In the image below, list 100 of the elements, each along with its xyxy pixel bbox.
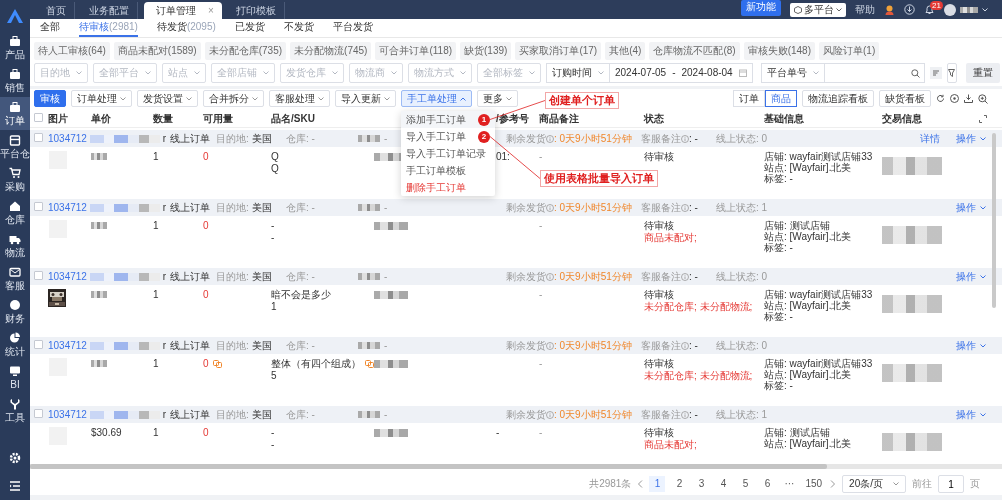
checkbox[interactable]	[34, 132, 43, 142]
sort-icon[interactable]	[929, 67, 942, 79]
checkbox[interactable]	[34, 339, 43, 349]
reset-button[interactable]: 重置	[965, 63, 1000, 83]
action-link[interactable]: 操作	[956, 201, 986, 214]
order-id-link[interactable]: 1034712	[48, 408, 87, 421]
order-id-link[interactable]: 1034712	[48, 132, 87, 145]
scrollbar[interactable]	[992, 133, 996, 308]
menu-item[interactable]: 导入手工订单记录	[401, 145, 495, 162]
date-range-field[interactable]: 2024-07-05 - 2024-08-04	[610, 63, 753, 83]
filter-chip[interactable]: 未分配仓库(735)	[204, 42, 287, 60]
scrollbar[interactable]	[30, 464, 828, 469]
page-button[interactable]: 3	[693, 476, 710, 492]
menu-icon[interactable]	[9, 481, 21, 491]
filter-chip[interactable]: 可合并订单(118)	[375, 42, 457, 60]
filter-settings-button[interactable]	[946, 63, 957, 83]
dropdown-button[interactable]: 订单处理	[71, 90, 132, 107]
blurred-text	[91, 222, 107, 229]
tab[interactable]: 平台发货	[332, 19, 373, 37]
dropdown-button[interactable]: 合并拆分	[203, 90, 264, 107]
page-button[interactable]: ···	[781, 476, 798, 492]
sidebar-item[interactable]: 客服	[0, 262, 30, 295]
dropdown-button[interactable]: 客服处理	[269, 90, 330, 107]
sidebar-item[interactable]: 仓库	[0, 196, 30, 229]
page-button[interactable]: 5	[737, 476, 754, 492]
sidebar-item[interactable]: 订单	[0, 97, 30, 130]
page-button[interactable]: 2	[671, 476, 688, 492]
support-icon[interactable]	[884, 4, 895, 15]
order-id-link[interactable]: 1034712	[48, 201, 87, 214]
search-field[interactable]	[824, 63, 925, 83]
sidebar-item[interactable]: 物流	[0, 229, 30, 262]
sidebar-item[interactable]: 平台仓	[0, 130, 30, 163]
tab[interactable]: 订单管理 ×	[144, 2, 222, 19]
platform-dropdown[interactable]: 多平台	[790, 2, 846, 17]
checkbox[interactable]	[34, 408, 43, 418]
filter-chip[interactable]: 缺货(139)	[460, 42, 512, 60]
search-icon[interactable]	[910, 68, 920, 78]
expand-icon[interactable]	[979, 115, 987, 123]
sidebar-item[interactable]: 销售	[0, 64, 30, 97]
page-input[interactable]: 1	[938, 475, 964, 493]
filter-chip[interactable]: 未分配物流(745)	[290, 42, 372, 60]
page-size-select[interactable]: 20条/页	[842, 475, 906, 493]
checkbox[interactable]	[34, 270, 43, 280]
tab[interactable]: 已发货	[234, 19, 265, 37]
menu-item[interactable]: 添加手工订单 1	[401, 111, 495, 128]
dropdown-button[interactable]: 发货设置	[137, 90, 198, 107]
page-button[interactable]: 150	[803, 476, 825, 492]
board-button[interactable]: 物流追踪看板	[802, 90, 874, 107]
dropdown-button[interactable]: 更多	[477, 90, 518, 107]
new-feature-button[interactable]: 新功能	[741, 0, 781, 16]
select-field[interactable]: 订购时间	[546, 63, 610, 83]
caret-icon	[812, 71, 819, 75]
view-toggle[interactable]: 订单	[733, 90, 765, 107]
menu-item[interactable]: 删除手工订单	[401, 179, 495, 196]
review-button[interactable]: 审核	[34, 90, 66, 107]
dropdown-button[interactable]: 手工单处理	[401, 90, 472, 107]
refresh-icon[interactable]	[936, 94, 945, 103]
filter-chip[interactable]: 风险订单(1)	[819, 42, 880, 60]
sidebar-item[interactable]: 产品	[0, 31, 30, 64]
download-icon[interactable]	[964, 94, 973, 103]
checkbox[interactable]	[34, 201, 43, 211]
action-link[interactable]: 操作	[956, 339, 986, 352]
order-id-link[interactable]: 1034712	[48, 339, 87, 352]
checkbox[interactable]	[34, 113, 43, 122]
filter-chip[interactable]: 买家取消订单(17)	[515, 42, 602, 60]
zoom-icon[interactable]	[978, 93, 988, 104]
filter-chip[interactable]: 商品未配对(1589)	[113, 42, 201, 60]
tab[interactable]: 待发货(2095)	[156, 19, 216, 37]
status-issue-text: 未分配仓库; 未分配物流;	[644, 370, 754, 382]
action-link[interactable]: 操作	[956, 270, 986, 283]
column-header: 数量	[153, 113, 173, 124]
sidebar-item[interactable]: BI	[0, 361, 30, 394]
action-link[interactable]: 操作	[956, 132, 986, 145]
avatar-icon[interactable]	[944, 3, 956, 16]
menu-item[interactable]: 导入手工订单 2	[401, 128, 495, 145]
menu-item[interactable]: 手工订单模板	[401, 162, 495, 179]
help-link[interactable]: 帮助	[855, 3, 875, 16]
product-name-text: 整体（有四个组成）	[271, 358, 361, 370]
filter-chip[interactable]: 审核失败(148)	[743, 42, 815, 60]
sidebar-item[interactable]: 工具	[0, 394, 30, 427]
settings-icon[interactable]	[9, 452, 21, 464]
dropdown-button[interactable]: 导入更新	[335, 90, 396, 107]
page-button[interactable]: 4	[715, 476, 732, 492]
action-link[interactable]: 操作	[956, 408, 986, 421]
view-toggle[interactable]: 商品	[765, 90, 797, 107]
page-button[interactable]: 1	[649, 476, 666, 492]
detail-link[interactable]: 详情	[920, 132, 940, 145]
order-id-link[interactable]: 1034712	[48, 270, 87, 283]
tab[interactable]: 全部	[40, 19, 60, 37]
tab[interactable]: 不发货	[283, 19, 314, 37]
sidebar-item[interactable]: 财务	[0, 295, 30, 328]
page-button[interactable]: 6	[759, 476, 776, 492]
sidebar-item[interactable]: 采购	[0, 163, 30, 196]
sidebar-item[interactable]: 统计	[0, 328, 30, 361]
filter-chip[interactable]: 待人工审核(64)	[34, 42, 110, 60]
filter-chip[interactable]: 仓库物流不匹配(8)	[649, 42, 740, 60]
filter-chip[interactable]: 其他(4)	[605, 42, 646, 60]
help-icon[interactable]	[950, 94, 959, 103]
select-field[interactable]: 平台单号	[760, 63, 825, 83]
board-button[interactable]: 缺货看板	[879, 90, 931, 107]
